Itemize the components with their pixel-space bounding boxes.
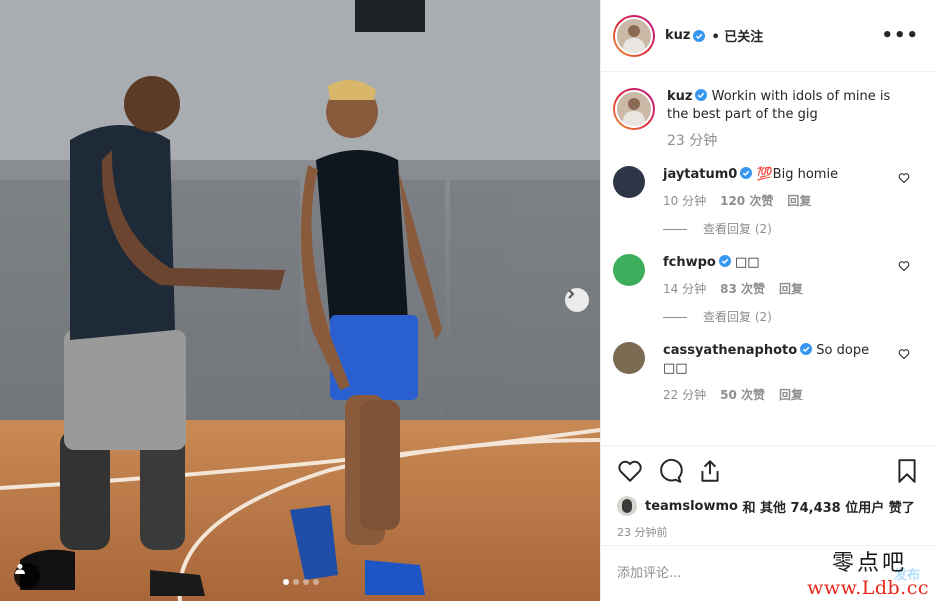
comment-like-count[interactable]: 83 次赞 — [720, 280, 765, 298]
carousel-dot — [283, 579, 289, 585]
likes-text: 和 其他 74,438 位用户 赞了 — [742, 500, 915, 516]
avatar-image — [615, 90, 653, 128]
likes-summary[interactable]: teamslowmo 和 其他 74,438 位用户 赞了 — [617, 496, 920, 516]
comment-like-count[interactable]: 50 次赞 — [720, 386, 765, 404]
view-replies-label: 查看回复 (2) — [703, 310, 772, 324]
comment-meta: 22 分钟 50 次赞 回复 — [663, 386, 883, 404]
post-sidebar: kuz • 已关注 ••• kuz Workin with idols of m… — [600, 0, 935, 601]
caption-time[interactable]: 23 分钟 — [667, 132, 717, 150]
verified-badge-icon — [718, 255, 731, 267]
replies-divider — [663, 228, 687, 230]
comment-item: jaytatum0 💯Big homie 10 分钟 120 次赞 回复 查看回… — [613, 166, 920, 238]
comments-list[interactable]: kuz Workin with idols of mine is the bes… — [601, 72, 935, 445]
caption-avatar[interactable] — [613, 88, 655, 130]
verified-badge-icon — [740, 167, 753, 179]
reply-button[interactable]: 回复 — [779, 280, 803, 298]
view-replies-button[interactable]: 查看回复 (2) — [663, 308, 883, 326]
carousel-dot — [303, 579, 309, 585]
add-comment-bar: 发布 — [601, 545, 935, 601]
chevron-right-icon — [568, 289, 575, 299]
caption-meta: 23 分钟 — [667, 132, 907, 150]
comment-input[interactable] — [617, 566, 857, 581]
commenter-avatar[interactable] — [613, 342, 645, 374]
comment-item: cassyathenaphoto So dope □□ 22 分钟 50 次赞 … — [613, 342, 920, 404]
comment-time[interactable]: 22 分钟 — [663, 386, 706, 404]
comment-body: jaytatum0 💯Big homie 10 分钟 120 次赞 回复 查看回… — [663, 166, 883, 238]
comment-bubble-icon[interactable] — [657, 458, 683, 484]
user-icon — [15, 564, 25, 574]
like-comment-heart-icon[interactable] — [898, 172, 910, 184]
comment-body: cassyathenaphoto So dope □□ 22 分钟 50 次赞 … — [663, 342, 883, 404]
post-caption: kuz Workin with idols of mine is the bes… — [613, 88, 920, 150]
verified-badge-icon — [800, 343, 813, 355]
comment-text: 💯Big homie — [756, 167, 839, 182]
more-options-icon[interactable]: ••• — [881, 26, 919, 45]
replies-divider — [663, 316, 687, 318]
comment-item: fchwpo □□ 14 分钟 83 次赞 回复 查看回复 (2) — [613, 254, 920, 326]
photo-illustration — [0, 0, 600, 601]
post-actions: teamslowmo 和 其他 74,438 位用户 赞了 23 分钟前 — [601, 445, 935, 540]
comment-meta: 14 分钟 83 次赞 回复 — [663, 280, 883, 298]
reply-button[interactable]: 回复 — [779, 386, 803, 404]
verified-badge-icon — [693, 29, 706, 42]
post-header: kuz • 已关注 ••• — [601, 0, 935, 72]
author-avatar[interactable] — [613, 14, 655, 57]
post-photo[interactable] — [0, 0, 600, 601]
follow-status[interactable]: • 已关注 — [711, 26, 763, 45]
liker-username[interactable]: teamslowmo — [645, 499, 738, 514]
comment-username[interactable]: jaytatum0 — [663, 167, 737, 182]
save-bookmark-icon[interactable] — [894, 458, 920, 484]
comment-text: □□ — [735, 255, 760, 270]
commenter-avatar[interactable] — [613, 254, 645, 286]
next-photo-button[interactable] — [565, 288, 589, 312]
comment-username[interactable]: cassyathenaphoto — [663, 343, 797, 358]
tagged-users-button[interactable] — [14, 563, 40, 589]
comment-username[interactable]: fchwpo — [663, 255, 716, 270]
view-replies-button[interactable]: 查看回复 (2) — [663, 220, 883, 238]
comment-time[interactable]: 14 分钟 — [663, 280, 706, 298]
caption-username[interactable]: kuz — [667, 89, 692, 104]
post-time-ago[interactable]: 23 分钟前 — [617, 524, 920, 540]
comment-meta: 10 分钟 120 次赞 回复 — [663, 192, 883, 210]
caption-body: kuz Workin with idols of mine is the bes… — [667, 88, 907, 150]
carousel-dot — [313, 579, 319, 585]
action-icons-row — [617, 456, 920, 486]
author-name-row: kuz • 已关注 — [665, 26, 763, 45]
verified-badge-icon — [695, 89, 708, 101]
reply-button[interactable]: 回复 — [787, 192, 811, 210]
post-comment-button[interactable]: 发布 — [894, 564, 920, 583]
carousel-dot — [293, 579, 299, 585]
comment-time[interactable]: 10 分钟 — [663, 192, 706, 210]
author-username[interactable]: kuz — [665, 28, 690, 43]
view-replies-label: 查看回复 (2) — [703, 222, 772, 236]
liker-avatar — [617, 496, 637, 516]
comment-body: fchwpo □□ 14 分钟 83 次赞 回复 查看回复 (2) — [663, 254, 883, 326]
like-comment-heart-icon[interactable] — [898, 348, 910, 360]
carousel-dots — [283, 579, 319, 585]
commenter-avatar[interactable] — [613, 166, 645, 198]
comment-like-count[interactable]: 120 次赞 — [720, 192, 773, 210]
like-heart-icon[interactable] — [617, 458, 643, 484]
avatar-image — [615, 16, 653, 55]
like-comment-heart-icon[interactable] — [898, 260, 910, 272]
share-icon[interactable] — [697, 458, 723, 484]
